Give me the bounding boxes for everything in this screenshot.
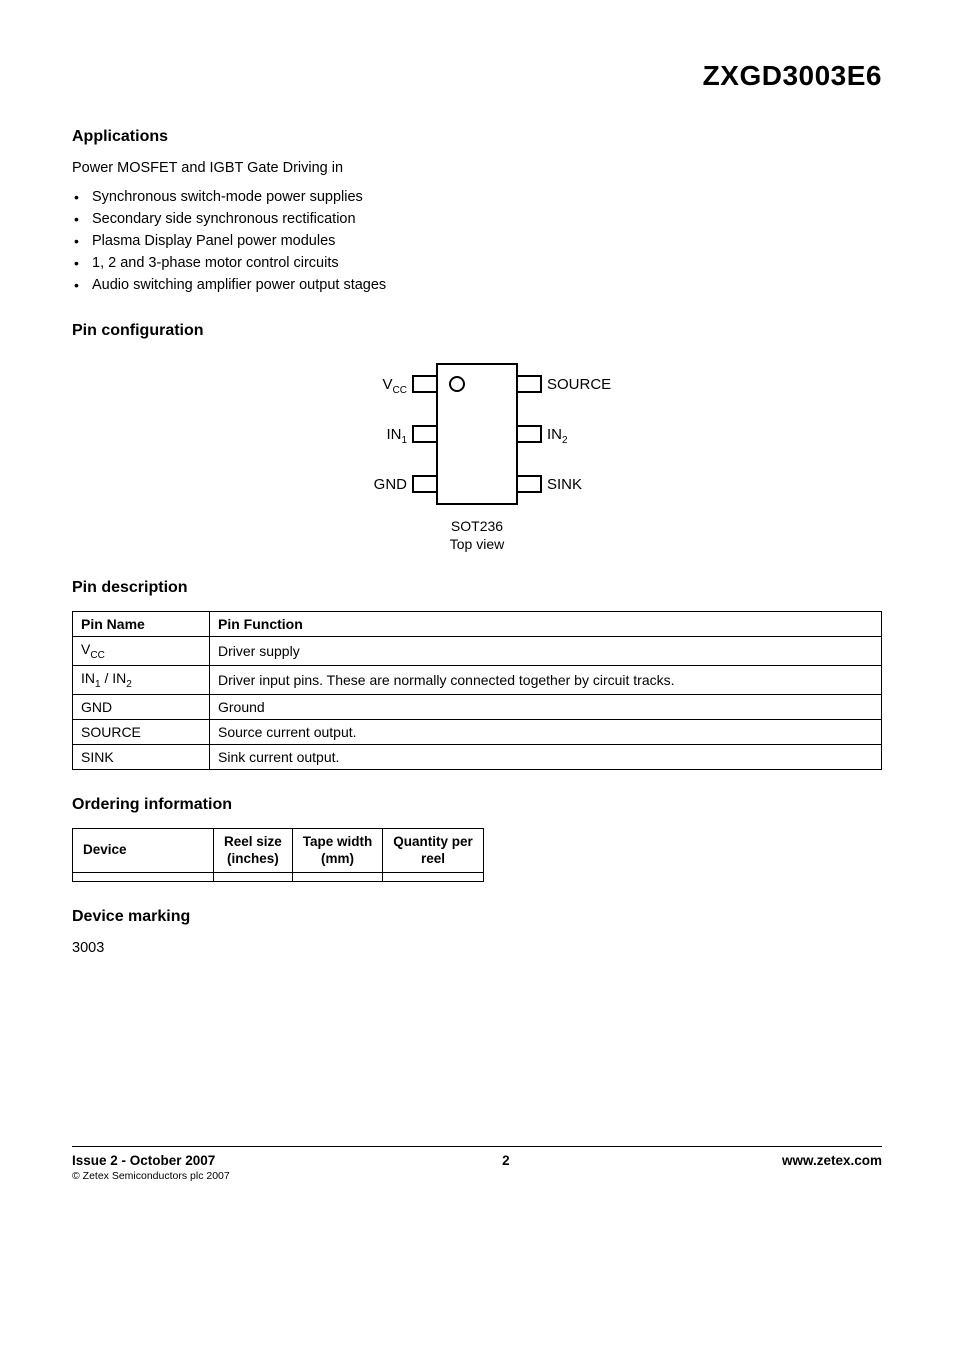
svg-text:IN2: IN2 [547,426,568,446]
ordering-col-qty: Quantity perreel [383,828,484,872]
ordering-heading: Ordering information [72,796,882,814]
marking-code: 3003 [72,940,882,956]
list-item: 1, 2 and 3-phase motor control circuits [72,252,882,274]
pin-func: Sink current output. [210,744,882,769]
footer-url: www.zetex.com [782,1153,882,1168]
pin-func: Ground [210,694,882,719]
part-number: ZXGD3003E6 [72,60,882,92]
pin-name: SOURCE [73,719,210,744]
list-item: Synchronous switch-mode power supplies [72,186,882,208]
ordering-col-device: Device [73,828,214,872]
footer-divider [72,1146,882,1147]
pin-config-svg: VCC IN1 GND SOURCE IN2 SINK [327,354,627,514]
pin-func: Driver supply [210,637,882,666]
ordering-cell [73,872,214,881]
table-row: Pin Name Pin Function [73,612,882,637]
pin-name: IN1 / IN2 [73,665,210,694]
pin-desc-table: Pin Name Pin Function VCC Driver supply … [72,611,882,770]
pin-desc-col1: Pin Name [73,612,210,637]
pin-desc-heading: Pin description [72,579,882,597]
list-item: Audio switching amplifier power output s… [72,274,882,296]
ordering-table: Device Reel size(inches) Tape width(mm) … [72,828,484,882]
ordering-cell [292,872,383,881]
ordering-cell [383,872,484,881]
pin-func: Source current output. [210,719,882,744]
pin-config-caption2: Top view [327,536,627,554]
pin-label-sink: SINK [547,476,582,493]
pin-desc-col2: Pin Function [210,612,882,637]
page-footer: Issue 2 - October 2007 © Zetex Semicondu… [72,1153,882,1182]
marking-heading: Device marking [72,908,882,926]
ordering-col-reel: Reel size(inches) [214,828,293,872]
table-row: SINK Sink current output. [73,744,882,769]
svg-text:IN1: IN1 [386,426,407,446]
pin-label-in2: IN [547,426,562,443]
pin-name: SINK [73,744,210,769]
pin-func: Driver input pins. These are normally co… [210,665,882,694]
pin-label-source: SOURCE [547,376,611,393]
table-row: SOURCE Source current output. [73,719,882,744]
table-row: IN1 / IN2 Driver input pins. These are n… [73,665,882,694]
pin-name: VCC [73,637,210,666]
applications-heading: Applications [72,128,882,146]
table-row [73,872,484,881]
pin-config-heading: Pin configuration [72,322,882,340]
applications-intro: Power MOSFET and IGBT Gate Driving in [72,160,882,176]
table-row: Device Reel size(inches) Tape width(mm) … [73,828,484,872]
applications-list: Synchronous switch-mode power supplies S… [72,186,882,296]
list-item: Secondary side synchronous rectification [72,208,882,230]
pin-label-vcc: V [383,376,393,393]
list-item: Plasma Display Panel power modules [72,230,882,252]
pin-label-gnd: GND [374,476,408,493]
table-row: VCC Driver supply [73,637,882,666]
footer-copyright: © Zetex Semiconductors plc 2007 [72,1170,230,1182]
ordering-col-tape: Tape width(mm) [292,828,383,872]
footer-issue: Issue 2 - October 2007 [72,1153,230,1168]
pin-name: GND [73,694,210,719]
svg-text:VCC: VCC [383,376,407,396]
table-row: GND Ground [73,694,882,719]
ordering-cell [214,872,293,881]
pin-config-diagram: VCC IN1 GND SOURCE IN2 SINK SOT236 Top v… [327,354,627,553]
pin-config-caption1: SOT236 [327,518,627,536]
pin-label-in1: IN [386,426,401,443]
footer-page-number: 2 [502,1153,510,1168]
